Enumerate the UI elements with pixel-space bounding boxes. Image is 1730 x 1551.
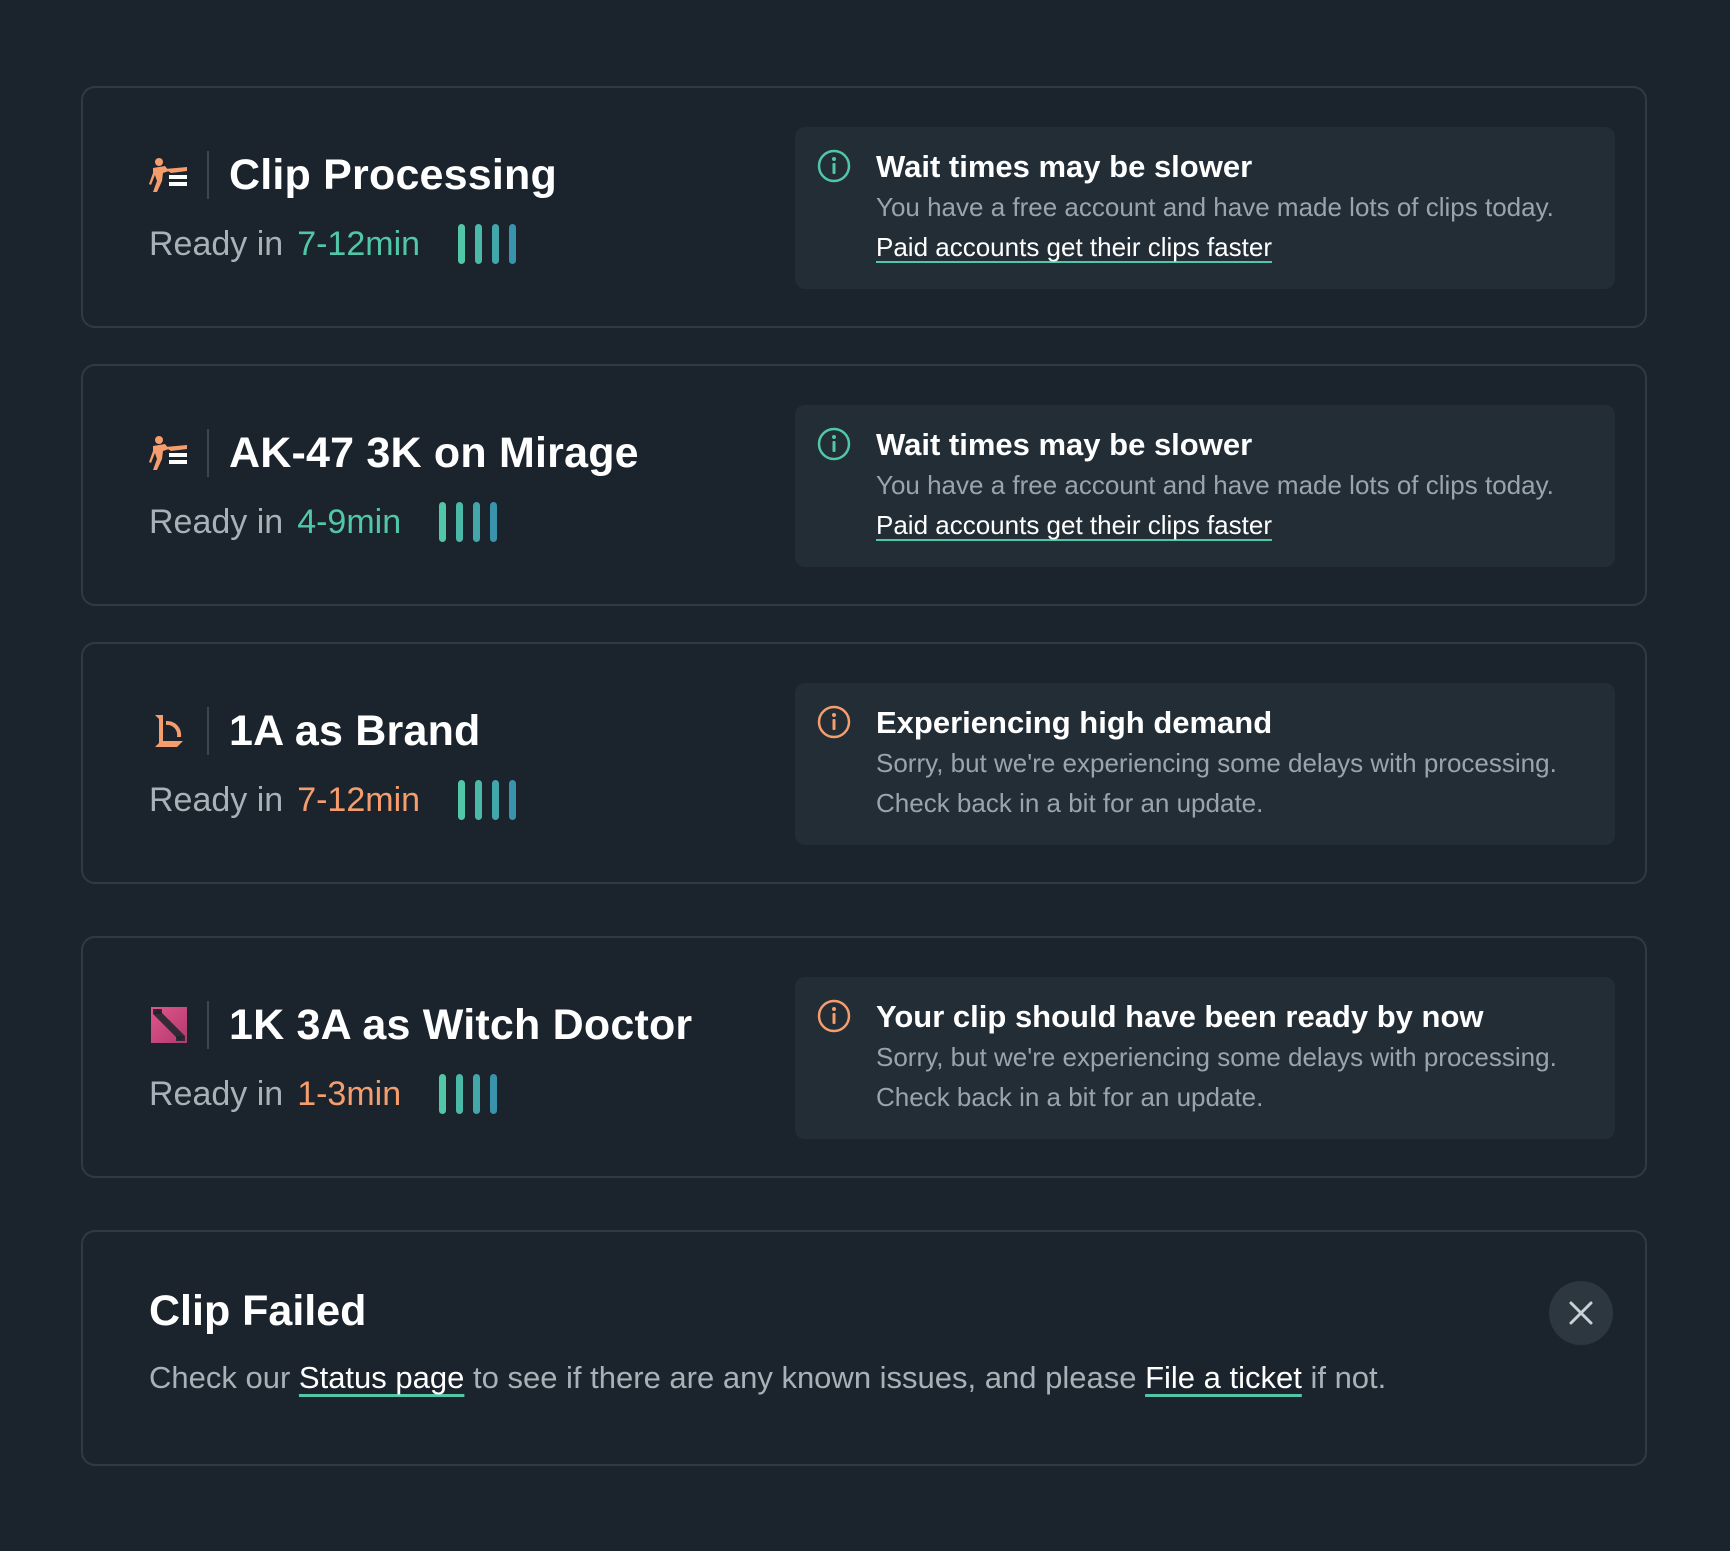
notice-title: Wait times may be slower (876, 427, 1253, 462)
clip-title-row: 1K 3A as Witch Doctor (149, 999, 789, 1051)
notice-body: Sorry, but we're experiencing some delay… (876, 1042, 1557, 1072)
ready-time: 7-12min (297, 224, 421, 263)
page: Clip Processing Ready in 7-12min Wait ti… (0, 0, 1730, 1551)
progress-bars-icon (458, 779, 526, 821)
failed-text: Check our (149, 1360, 299, 1395)
failed-text: to see if there are any known issues, an… (464, 1360, 1146, 1395)
ready-label: Ready in (149, 780, 284, 819)
progress-bars-icon (439, 501, 507, 543)
notice-title: Wait times may be slower (876, 149, 1253, 184)
ready-row: Ready in 7-12min (149, 777, 789, 823)
info-icon (817, 149, 851, 183)
ready-time: 7-12min (297, 780, 421, 819)
info-icon (817, 999, 851, 1033)
status-page-link[interactable]: Status page (299, 1360, 464, 1395)
ready-row: Ready in 1-3min (149, 1071, 789, 1117)
info-icon (817, 427, 851, 461)
file-ticket-link[interactable]: File a ticket (1145, 1360, 1302, 1395)
notice-body-secondary: Check back in a bit for an update. (876, 788, 1264, 818)
notice-panel: Wait times may be slower You have a free… (795, 405, 1615, 567)
notice-text: Wait times may be slower You have a free… (876, 425, 1597, 545)
league-of-legends-icon (149, 711, 189, 751)
progress-bar (475, 780, 483, 820)
progress-bar (492, 780, 500, 820)
title-divider (207, 707, 209, 755)
progress-bar (473, 502, 481, 542)
failed-text: if not. (1301, 1360, 1387, 1395)
clip-card: Clip Processing Ready in 7-12min Wait ti… (81, 86, 1647, 328)
progress-bar (475, 224, 483, 264)
close-button[interactable] (1549, 1281, 1613, 1345)
progress-bar (456, 1074, 464, 1114)
notice-panel: Wait times may be slower You have a free… (795, 127, 1615, 289)
ready-row: Ready in 7-12min (149, 221, 789, 267)
progress-bar (458, 224, 466, 264)
clip-title-row: 1A as Brand (149, 705, 789, 757)
progress-bars-icon (439, 1073, 507, 1115)
ready-label: Ready in (149, 502, 284, 541)
upgrade-link[interactable]: Paid accounts get their clips faster (876, 505, 1272, 545)
info-icon (817, 705, 851, 739)
progress-bar (490, 1074, 498, 1114)
clip-card: 1K 3A as Witch Doctor Ready in 1-3min Yo… (81, 936, 1647, 1178)
progress-bar (439, 502, 447, 542)
clip-title: Clip Processing (229, 150, 557, 199)
progress-bar (458, 780, 466, 820)
notice-body-secondary: Check back in a bit for an update. (876, 1082, 1264, 1112)
ready-row: Ready in 4-9min (149, 499, 789, 545)
progress-bar (509, 780, 517, 820)
upgrade-link[interactable]: Paid accounts get their clips faster (876, 227, 1272, 267)
clip-title: AK-47 3K on Mirage (229, 428, 639, 477)
notice-panel: Your clip should have been ready by now … (795, 977, 1615, 1139)
clip-title: 1A as Brand (229, 706, 481, 755)
title-divider (207, 151, 209, 199)
notice-text: Experiencing high demand Sorry, but we'r… (876, 703, 1597, 823)
failed-message: Check our Status page to see if there ar… (149, 1360, 1386, 1396)
progress-bars-icon (458, 223, 526, 265)
clip-title: 1K 3A as Witch Doctor (229, 1000, 693, 1049)
dota-icon (149, 1005, 189, 1045)
clip-info: 1A as Brand Ready in 7-12min (149, 705, 789, 823)
clip-title-row: AK-47 3K on Mirage (149, 427, 789, 479)
ready-label: Ready in (149, 1074, 284, 1113)
progress-bar (490, 502, 498, 542)
ready-time: 4-9min (297, 502, 402, 541)
clip-info: 1K 3A as Witch Doctor Ready in 1-3min (149, 999, 789, 1117)
notice-body: Sorry, but we're experiencing some delay… (876, 748, 1557, 778)
ready-time: 1-3min (297, 1074, 402, 1113)
clip-info: Clip Processing Ready in 7-12min (149, 149, 789, 267)
progress-bar (456, 502, 464, 542)
title-divider (207, 429, 209, 477)
clip-card: AK-47 3K on Mirage Ready in 4-9min Wait … (81, 364, 1647, 606)
csgo-icon (149, 155, 189, 195)
progress-bar (439, 1074, 447, 1114)
notice-text: Wait times may be slower You have a free… (876, 147, 1597, 267)
close-icon (1569, 1301, 1593, 1325)
clip-info: AK-47 3K on Mirage Ready in 4-9min (149, 427, 789, 545)
notice-body: You have a free account and have made lo… (876, 470, 1554, 500)
progress-bar (509, 224, 517, 264)
clip-title-row: Clip Processing (149, 149, 789, 201)
notice-body: You have a free account and have made lo… (876, 192, 1554, 222)
notice-text: Your clip should have been ready by now … (876, 997, 1597, 1117)
clip-failed-card: Clip Failed Check our Status page to see… (81, 1230, 1647, 1466)
title-divider (207, 1001, 209, 1049)
notice-panel: Experiencing high demand Sorry, but we'r… (795, 683, 1615, 845)
progress-bar (492, 224, 500, 264)
clip-card: 1A as Brand Ready in 7-12min Experiencin… (81, 642, 1647, 884)
notice-title: Your clip should have been ready by now (876, 999, 1484, 1034)
failed-title: Clip Failed (149, 1287, 367, 1335)
notice-title: Experiencing high demand (876, 705, 1273, 740)
ready-label: Ready in (149, 224, 284, 263)
progress-bar (473, 1074, 481, 1114)
csgo-icon (149, 433, 189, 473)
